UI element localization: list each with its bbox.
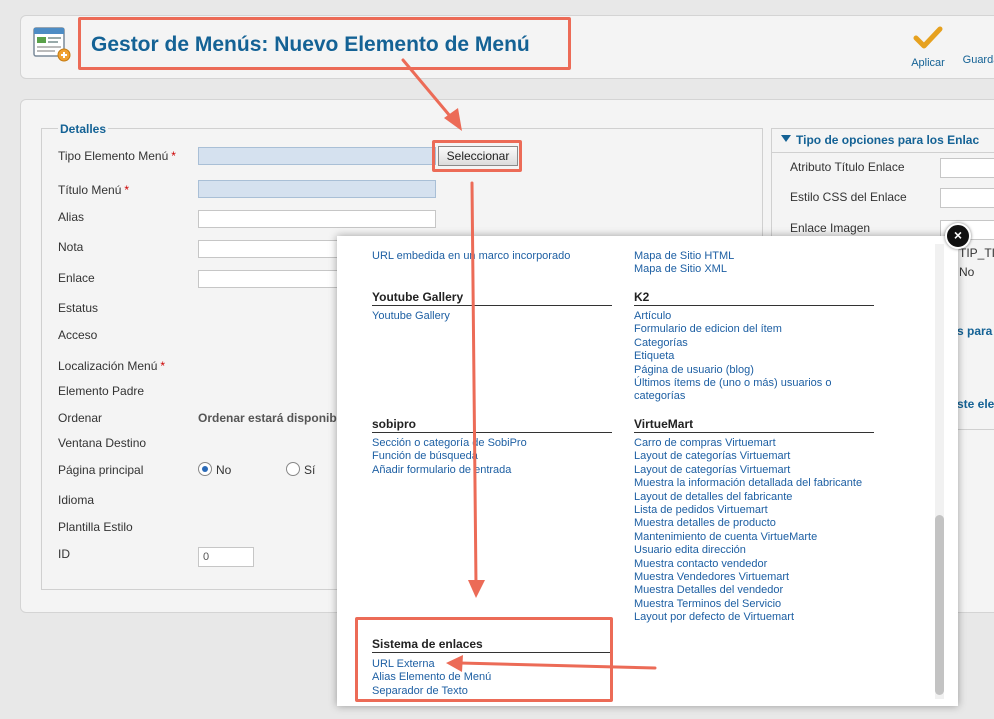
order-note: Ordenar estará disponib [198,411,337,425]
apply-label: Aplicar [911,57,945,69]
menu-type-link[interactable]: Muestra contacto vendedor [634,558,874,571]
menu-type-link[interactable]: Últimos ítems de (uno o más) usuarios o [634,377,874,390]
id-field: 0 [198,547,254,567]
menu-type-link[interactable]: Añadir formulario de entrada [372,464,612,477]
menu-title-input[interactable] [198,180,436,198]
list-iframe: URL embedida en un marco incorporado [372,250,612,263]
menu-type-link[interactable]: Muestra Detalles del vendedor [634,584,874,597]
menu-type-link[interactable]: Lista de pedidos Virtuemart [634,504,874,517]
para-fragment: s para [957,324,993,338]
home-yes-label: Sí [304,463,316,477]
menu-type-link[interactable]: Layout de detalles del fabricante [634,491,874,504]
annotation-system-links-box [355,617,613,702]
label-acceso: Acceso [58,328,98,342]
home-no-radio[interactable] [198,462,212,476]
save-label: Guarda [962,54,994,66]
title-attribute-input[interactable] [940,158,994,178]
menu-type-link[interactable]: Layout de categorías Virtuemart [634,464,874,477]
no-fragment: No [959,265,975,279]
label-padre: Elemento Padre [58,384,145,398]
label-titulo: Título Menú * [58,183,130,197]
menu-type-link[interactable]: Página de usuario (blog) [634,364,874,377]
close-icon[interactable]: × [945,223,971,249]
list-sobipro: Sección o categoría de SobiPro Función d… [372,437,612,477]
group-k2-title: K2 [634,290,874,306]
link-input[interactable] [198,270,348,288]
menu-type-link[interactable]: URL embedida en un marco incorporado [372,250,612,263]
home-no-label: No [216,463,232,477]
menu-type-link[interactable]: Layout por defecto de Virtuemart [634,611,874,624]
menu-type-link[interactable]: Artículo [634,310,874,323]
side-panel-title: Tipo de opciones para los Enlac [796,133,980,147]
group-sobipro-title: sobipro [372,417,612,433]
menu-type-link[interactable]: Carro de compras Virtuemart [634,437,874,450]
menu-item-type-input[interactable] [198,147,436,165]
apply-button[interactable]: Aplicar [905,26,951,69]
label-alias: Alias [58,210,85,224]
label-estatus: Estatus [58,301,99,315]
home-yes-radio[interactable] [286,462,300,476]
menu-type-link[interactable]: Muestra la información detallada del fab… [634,477,874,490]
label-principal: Página principal [58,463,144,477]
menu-type-link[interactable]: Muestra Vendedores Virtuemart [634,571,874,584]
note-input[interactable] [198,240,348,258]
menu-type-link[interactable]: Layout de categorías Virtuemart [634,450,874,463]
menu-type-link[interactable]: Mapa de Sitio HTML [634,250,874,263]
label-localizacion: Localización Menú * [58,359,166,373]
menu-type-link[interactable]: Sección o categoría de SobiPro [372,437,612,450]
checkmark-icon [913,26,943,49]
menu-type-link[interactable]: categorías [634,390,874,403]
css-style-input[interactable] [940,188,994,208]
tip-fragment: TIP_TIT [959,246,994,260]
menu-type-link[interactable]: Mapa de Sitio XML [634,263,874,276]
group-virtuemart-title: VirtueMart [634,417,874,433]
list-k2: Artículo Formulario de edicion del ítem … [634,310,874,404]
este-fragment: ste ele [957,397,994,411]
list-youtube: Youtube Gallery [372,310,612,323]
collapse-arrow-icon [781,135,791,142]
annotation-title-box [78,17,571,70]
menu-type-link[interactable]: Etiqueta [634,350,874,363]
modal-scrollbar-thumb[interactable] [935,515,944,695]
save-button[interactable]: Guarda [958,50,994,66]
menu-type-link[interactable]: Mantenimiento de cuenta VirtueMarte [634,531,874,544]
menu-type-link[interactable]: Función de búsqueda [372,450,612,463]
menu-type-link[interactable]: Muestra detalles de producto [634,517,874,530]
menu-type-link[interactable]: Categorías [634,337,874,350]
alias-input[interactable] [198,210,436,228]
label-nota: Nota [58,240,84,254]
menu-manager-icon [33,26,71,62]
label-tipo: Tipo Elemento Menú * [58,149,176,163]
label-ordenar: Ordenar [58,411,103,425]
menu-type-link[interactable]: Usuario edita dirección [634,544,874,557]
label-idioma: Idioma [58,493,95,507]
label-enlace: Enlace [58,271,95,285]
annotation-select-box [432,140,522,172]
label-ventana: Ventana Destino [58,436,147,450]
list-sitemap: Mapa de Sitio HTML Mapa de Sitio XML [634,250,874,277]
label-css: Estilo CSS del Enlace [790,190,907,204]
list-virtuemart: Carro de compras Virtuemart Layout de ca… [634,437,874,625]
label-imagen: Enlace Imagen [790,221,871,235]
details-legend: Detalles [58,122,109,136]
menu-type-link[interactable]: Formulario de edicion del ítem [634,323,874,336]
label-plantilla: Plantilla Estilo [58,520,133,534]
label-id: ID [58,547,70,561]
label-atributo: Atributo Título Enlace [790,160,905,174]
menu-type-link[interactable]: Youtube Gallery [372,310,612,323]
group-youtube-title: Youtube Gallery [372,290,612,306]
menu-type-link[interactable]: Muestra Terminos del Servicio [634,598,874,611]
